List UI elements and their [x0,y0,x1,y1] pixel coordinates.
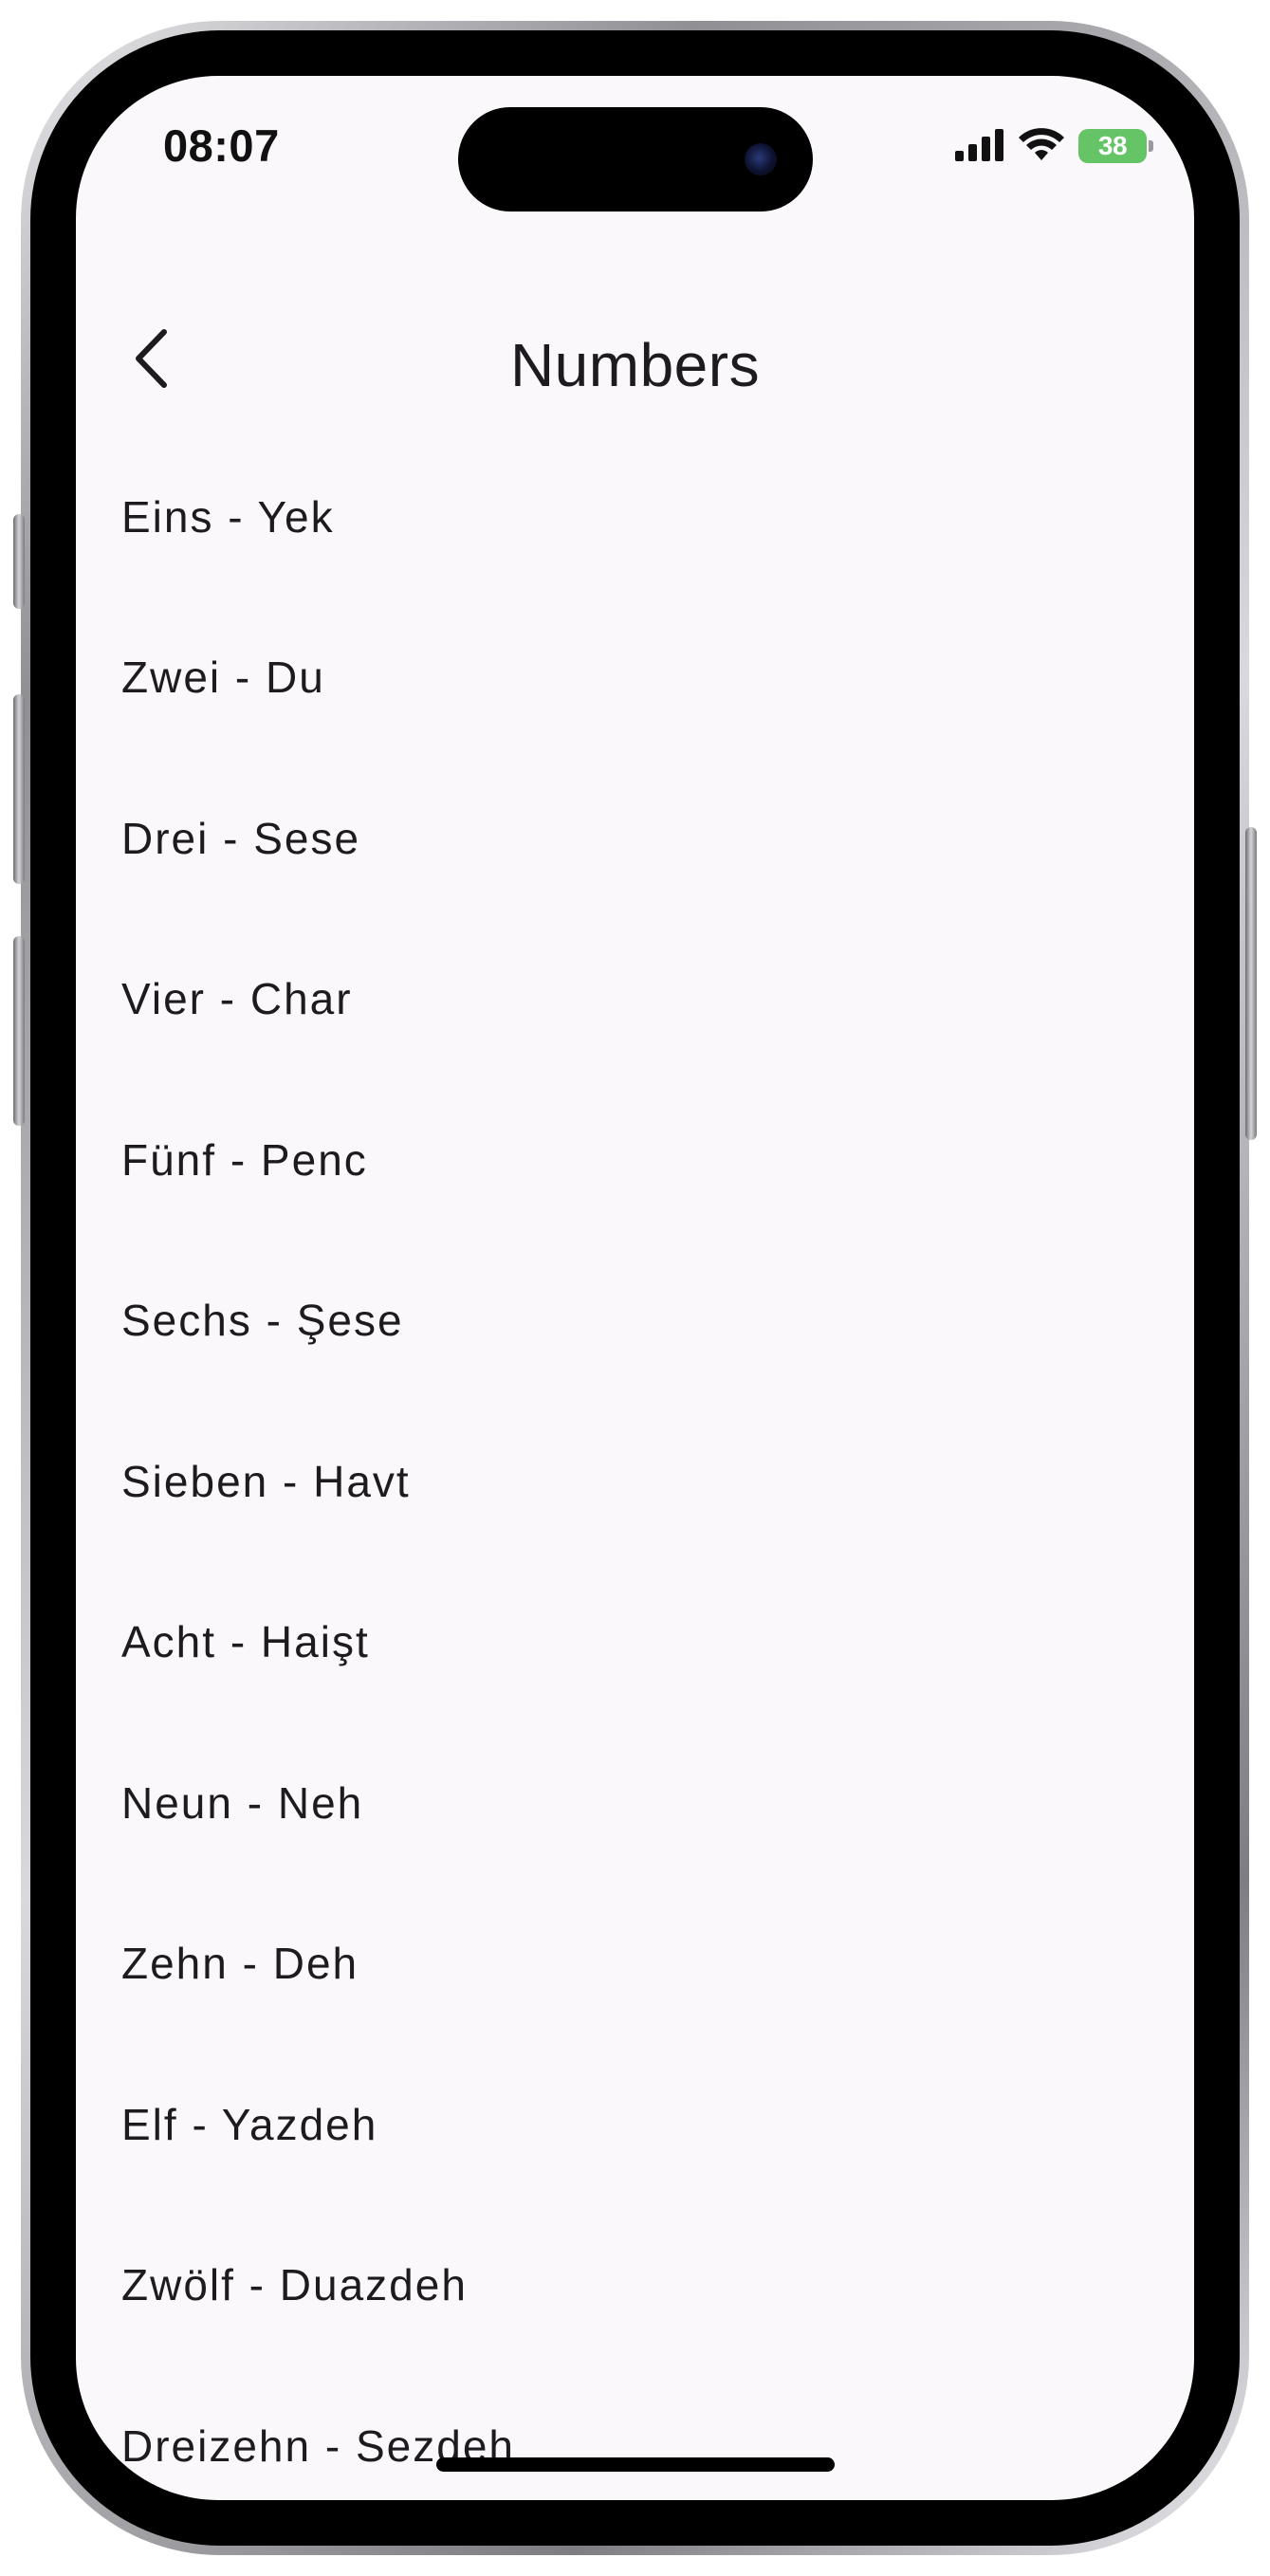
navigation-bar: Numbers [76,285,1194,436]
list-item[interactable]: Fünf - Penc [76,1079,1194,1241]
status-bar: 08:07 38 [76,76,1194,228]
list-item[interactable]: Sieben - Havt [76,1401,1194,1562]
front-camera [745,143,777,175]
list-item-label: Zwölf - Duazdeh [121,2260,468,2310]
status-time: 08:07 [163,120,280,171]
list-item-label: Sieben - Havt [121,1456,411,1506]
dynamic-island [458,107,813,212]
list-item[interactable]: Dreizehn - Sezdeh [76,2365,1194,2500]
list-item-label: Drei - Sese [121,813,361,863]
list-item[interactable]: Neun - Neh [76,1722,1194,1884]
battery-level: 38 [1097,131,1128,160]
list-item[interactable]: Eins - Yek [76,436,1194,598]
power-button [1245,827,1257,1140]
list-item-label: Vier - Char [121,974,353,1024]
page-title: Numbers [509,331,761,399]
status-icons: 38 [955,126,1153,167]
list-item[interactable]: Zwölf - Duazdeh [76,2205,1194,2366]
list-item-label: Neun - Neh [121,1777,364,1828]
app-screen: 08:07 38 Numbers Eins - Yek Zwei - Du Dr… [76,76,1194,2500]
list-item[interactable]: Drei - Sese [76,758,1194,919]
wifi-icon [1018,126,1065,167]
list-item[interactable]: Zehn - Deh [76,1884,1194,2045]
list-item[interactable]: Elf - Yazdeh [76,2044,1194,2205]
list-item-label: Zwei - Du [121,653,325,703]
list-item-label: Fünf - Penc [121,1134,368,1185]
list-item-label: Zehn - Deh [121,1939,359,1989]
list-item[interactable]: Vier - Char [76,919,1194,1080]
list-item[interactable]: Sechs - Şese [76,1241,1194,1402]
battery-cap [1149,140,1153,152]
volume-up-button [13,694,25,884]
battery-charging-icon: 38 [1078,129,1153,163]
list-item-label: Acht - Haişt [121,1617,370,1667]
action-button [13,514,25,609]
volume-down-button [13,936,25,1126]
numbers-list: Eins - Yek Zwei - Du Drei - Sese Vier - … [76,436,1194,2500]
list-item-label: Elf - Yazdeh [121,2099,378,2149]
cellular-signal-icon [955,127,1004,166]
list-item-label: Eins - Yek [121,491,335,542]
list-item[interactable]: Zwei - Du [76,598,1194,759]
list-item-label: Sechs - Şese [121,1296,404,1346]
home-indicator[interactable] [436,2457,835,2472]
list-item[interactable]: Acht - Haişt [76,1562,1194,1723]
